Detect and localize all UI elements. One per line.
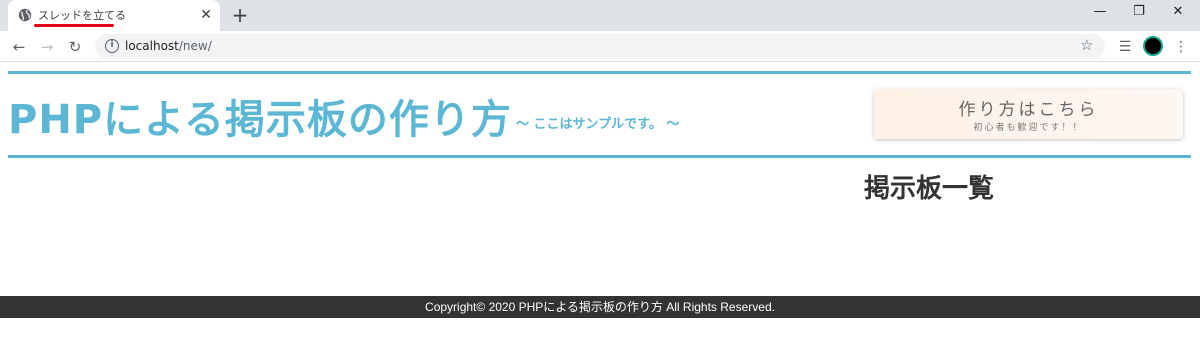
footer: Copyright© 2020 PHPによる掲示板の作り方 All Rights…	[0, 296, 1200, 318]
howto-sublabel: 初心者も歓迎です！！	[973, 123, 1084, 133]
info-icon[interactable]: i	[105, 39, 119, 53]
new-tab-button[interactable]: +	[229, 4, 251, 26]
avatar-icon[interactable]	[1143, 36, 1163, 56]
site-subtitle: ～ ここはサンプルです。 ～	[516, 117, 680, 132]
reload-button[interactable]: ↻	[64, 36, 86, 58]
tab-title-underline	[34, 24, 114, 27]
howto-button[interactable]: 作り方はこちら 初心者も歓迎です！！	[874, 89, 1183, 139]
address-bar[interactable]: i localhost/new/ ☆	[95, 34, 1105, 59]
back-button[interactable]: ←	[8, 36, 30, 58]
menu-icon[interactable]: ⋮	[1170, 36, 1192, 58]
copyright-text: Copyright© 2020 PHPによる掲示板の作り方 All Rights…	[425, 300, 775, 314]
minimize-button[interactable]: —	[1082, 0, 1118, 26]
page-below-footer	[0, 318, 1200, 342]
tab-title: スレッドを立てる	[38, 9, 126, 22]
globe-icon	[18, 8, 32, 22]
url-host: localhost	[125, 39, 179, 53]
forward-button[interactable]: →	[36, 36, 58, 58]
browser-tab[interactable]: スレッドを立てる ✕	[8, 0, 220, 31]
star-icon[interactable]: ☆	[1080, 36, 1093, 54]
reading-list-icon[interactable]: ☰	[1114, 36, 1136, 58]
browser-toolbar: ← → ↻ i localhost/new/ ☆ ☰ ⋮	[0, 31, 1200, 62]
header-bottom-rule	[8, 155, 1191, 158]
howto-label: 作り方はこちら	[958, 100, 1099, 120]
board-list-heading: 掲示板一覧	[864, 174, 995, 204]
page-content: PHPによる掲示板の作り方 ～ ここはサンプルです。 ～ 作り方はこちら 初心者…	[0, 62, 1200, 342]
close-window-button[interactable]: ✕	[1160, 0, 1196, 26]
header-top-rule	[8, 71, 1191, 74]
tab-strip: スレッドを立てる ✕ + — ❐ ✕	[0, 0, 1200, 31]
url-text[interactable]: localhost/new/	[125, 39, 212, 53]
site-title[interactable]: PHPによる掲示板の作り方	[8, 87, 512, 145]
restore-button[interactable]: ❐	[1121, 0, 1157, 26]
url-path: /new/	[178, 39, 212, 53]
close-tab-icon[interactable]: ✕	[197, 6, 215, 24]
